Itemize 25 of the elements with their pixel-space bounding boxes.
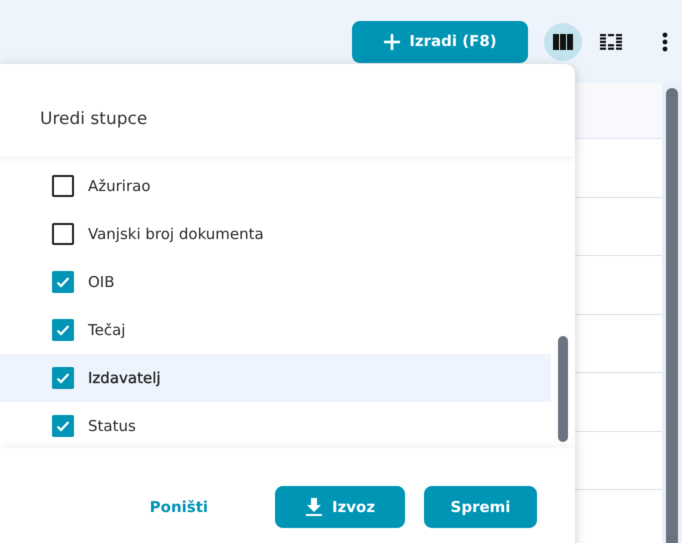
download-icon [304,497,323,517]
scrollbar[interactable] [666,88,678,543]
column-option[interactable]: Ažurirao [0,162,551,210]
cancel-link[interactable]: Poništi [146,486,212,528]
save-button[interactable]: Spremi [424,486,537,528]
column-option[interactable]: Tečaj [0,306,551,354]
checkbox[interactable] [52,223,74,245]
checkbox[interactable] [52,319,74,341]
view-toggle[interactable] [544,22,582,60]
checkbox[interactable] [52,175,74,197]
plus-icon [383,32,402,50]
export-button[interactable]: Izvoz [275,486,405,528]
checkbox[interactable] [52,367,74,389]
checkbox[interactable] [52,271,74,293]
more-icon[interactable] [662,32,668,52]
column-option[interactable]: Status [0,402,551,450]
create-button[interactable]: Izradi (F8) [352,20,528,62]
columns-icon [552,32,574,50]
column-option[interactable]: Izdavatelj [0,354,551,402]
column-option[interactable]: OIB [0,258,551,306]
grid-icon [599,32,623,50]
column-option[interactable]: Vanjski broj dokumenta [0,210,551,258]
panel-title: Uredi stupce [40,108,148,132]
scrollbar[interactable] [558,336,568,442]
checkbox[interactable] [52,415,74,437]
